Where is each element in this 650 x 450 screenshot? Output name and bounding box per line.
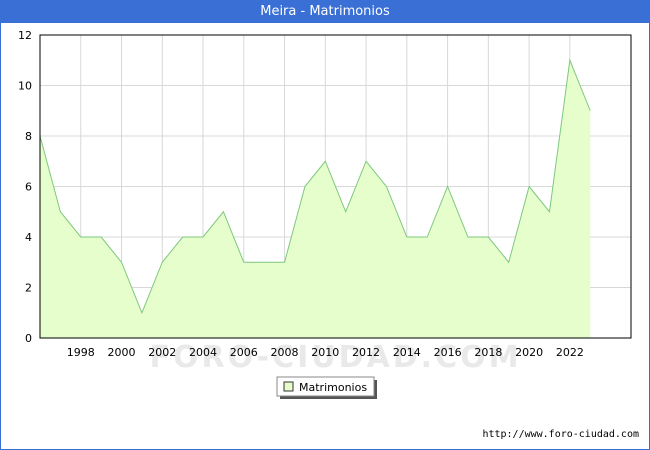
x-tick-label: 2002 (148, 346, 176, 359)
y-tick-label: 4 (25, 231, 32, 244)
chart-frame: Meira - Matrimonios FORO-CIUDAD.COM 0 2 4 6 8… (0, 0, 650, 450)
x-tick-label: 2006 (230, 346, 258, 359)
x-tick-label: 2012 (352, 346, 380, 359)
footer-url[interactable]: http://www.foro-ciudad.com (482, 429, 639, 440)
x-tick-label: 2016 (434, 346, 462, 359)
y-tick-label: 2 (25, 282, 32, 295)
x-tick-label: 2008 (271, 346, 299, 359)
x-tick-label: 2004 (189, 346, 217, 359)
y-tick-label: 0 (25, 332, 32, 345)
legend-label: Matrimonios (299, 381, 367, 394)
x-tick-label: 2018 (474, 346, 502, 359)
x-tick-label: 2000 (108, 346, 136, 359)
x-tick-label: 2020 (515, 346, 543, 359)
legend-swatch (283, 381, 294, 392)
x-tick-label: 1998 (67, 346, 95, 359)
y-tick-label: 12 (18, 29, 32, 42)
y-tick-label: 8 (25, 130, 32, 143)
y-tick-label: 10 (18, 80, 32, 93)
x-tick-label: 2014 (393, 346, 421, 359)
y-tick-label: 6 (25, 181, 32, 194)
x-tick-label: 2010 (311, 346, 339, 359)
x-tick-label: 2022 (556, 346, 584, 359)
chart-svg: FORO-CIUDAD.COM0246810121998 2000 2002 2004… (18, 29, 632, 399)
